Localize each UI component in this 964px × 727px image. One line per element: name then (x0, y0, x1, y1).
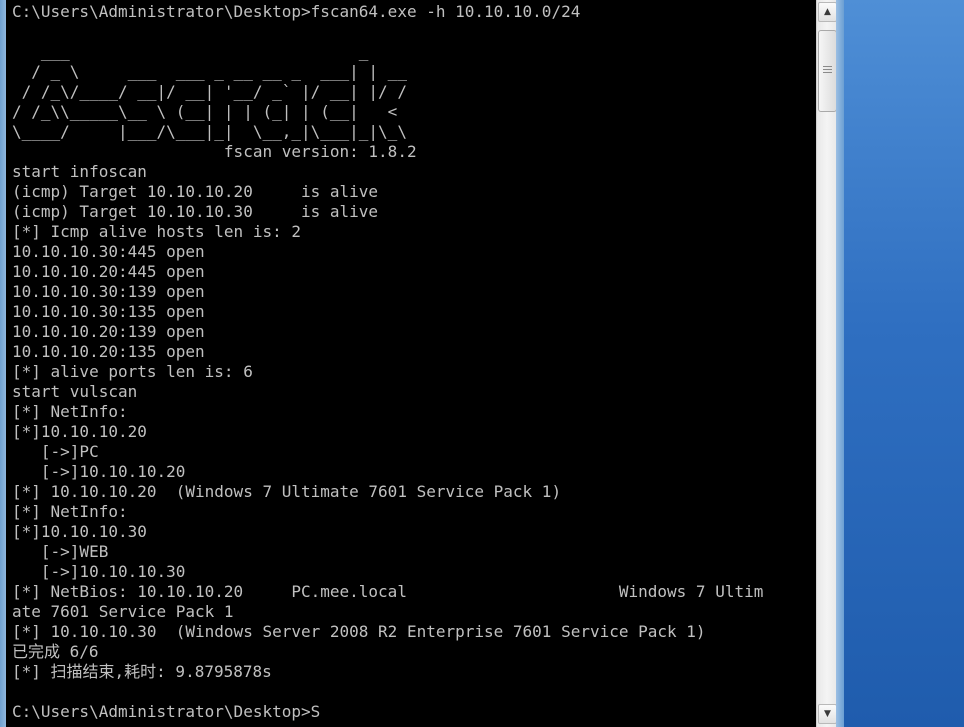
output-line: fscan version: 1.8.2 (12, 142, 417, 161)
output-line: 已完成 6/6 (12, 642, 99, 661)
output-line: ate 7601 Service Pack 1 (12, 602, 234, 621)
output-line: [*]10.10.10.20 (12, 422, 147, 441)
output-line: 10.10.10.20:139 open (12, 322, 205, 341)
output-line: [*]10.10.10.30 (12, 522, 147, 541)
output-line: [->]10.10.10.20 (12, 462, 186, 481)
output-line: 10.10.10.20:445 open (12, 262, 205, 281)
output-line: (icmp) Target 10.10.10.30 is alive (12, 202, 379, 221)
output-line: start infoscan (12, 162, 147, 181)
output-line: 10.10.10.30:445 open (12, 242, 205, 261)
output-line: [*] NetBios: 10.10.10.20 PC.mee.local Wi… (12, 582, 764, 601)
console-output-area[interactable]: C:\Users\Administrator\Desktop>fscan64.e… (6, 0, 816, 727)
vertical-scrollbar[interactable]: ▲ ▼ (816, 0, 837, 727)
window-frame-right (836, 0, 844, 727)
output-line: 10.10.10.30:135 open (12, 302, 205, 321)
output-line: [*] 10.10.10.30 (Windows Server 2008 R2 … (12, 622, 706, 641)
scroll-up-arrow-icon[interactable]: ▲ (818, 2, 837, 22)
output-line: [->]10.10.10.30 (12, 562, 186, 581)
output-line: [*] NetInfo: (12, 402, 128, 421)
scrollbar-thumb[interactable] (818, 30, 837, 112)
output-line: 10.10.10.30:139 open (12, 282, 205, 301)
output-line: [*] 扫描结束,耗时: 9.8795878s (12, 662, 272, 681)
output-line: 10.10.10.20:135 open (12, 342, 205, 361)
grip-line (823, 72, 832, 73)
output-line: [*] alive ports len is: 6 (12, 362, 253, 381)
output-line: [->]WEB (12, 542, 109, 561)
output-line: [*] NetInfo: (12, 502, 128, 521)
ascii-banner: ___ _ / _ \ ___ ___ _ __ __ _ ___| | __ … (12, 42, 407, 141)
output-line: (icmp) Target 10.10.10.20 is alive (12, 182, 379, 201)
grip-line (823, 66, 832, 67)
command-line: C:\Users\Administrator\Desktop>fscan64.e… (12, 2, 581, 21)
output-line: [*] 10.10.10.20 (Windows 7 Ultimate 7601… (12, 482, 562, 501)
grip-line (823, 69, 832, 70)
output-line: start vulscan (12, 382, 138, 401)
current-prompt[interactable]: C:\Users\Administrator\Desktop>S (12, 702, 320, 722)
scroll-down-arrow-icon[interactable]: ▼ (818, 704, 837, 724)
output-line: [*] Icmp alive hosts len is: 2 (12, 222, 301, 241)
output-line: [->]PC (12, 442, 99, 461)
